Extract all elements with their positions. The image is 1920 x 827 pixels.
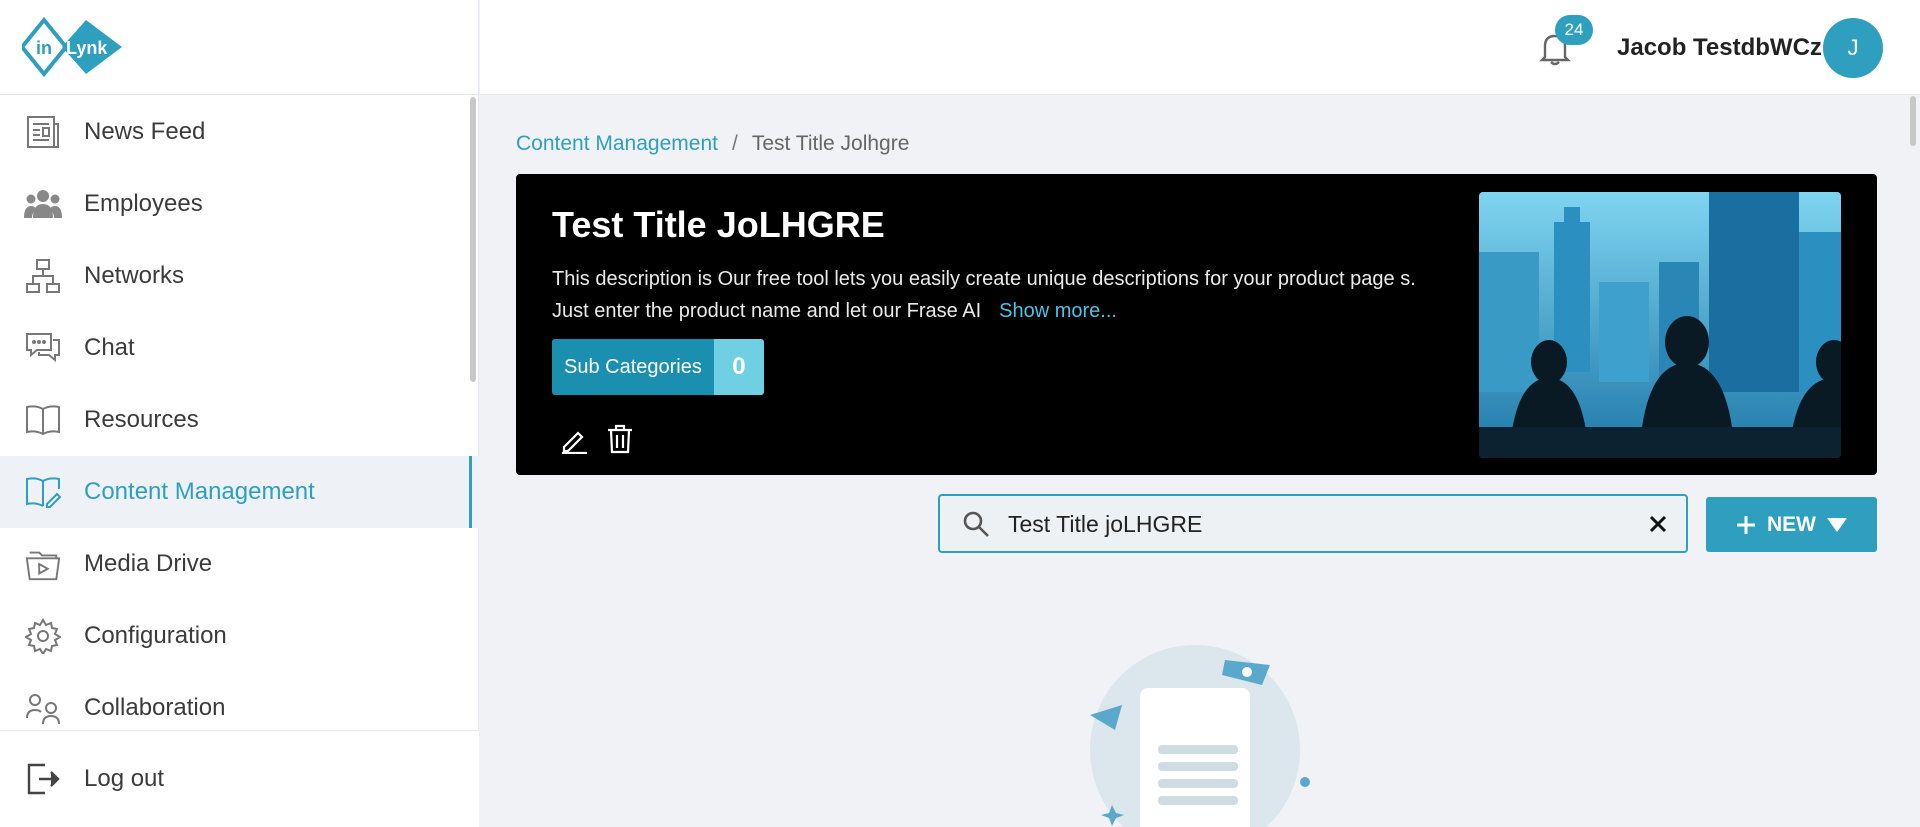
sidebar-item-configuration[interactable]: Configuration [0,600,479,672]
plus-icon [1737,515,1755,534]
sidebar-item-news-feed[interactable]: News Feed [0,96,479,168]
breadcrumb: Content Management / Test Title Jolhgre [516,132,909,156]
media-folder-icon [24,545,62,583]
sidebar-item-label: Chat [84,334,135,361]
caret-down-icon [1827,517,1847,532]
sidebar-item-label: Employees [84,190,203,217]
logout-label: Log out [84,765,165,792]
top-header: 24 Jacob TestdbWCz J [480,0,1920,95]
empty-state-illustration [1090,645,1310,827]
network-icon [24,257,62,295]
sidebar-item-label: Content Management [84,478,315,505]
chat-icon [24,329,62,367]
trash-icon[interactable] [606,424,634,454]
logout-icon [24,760,62,798]
sidebar: in Lynk News Feed Employees Networks Cha… [0,0,479,827]
sidebar-item-chat[interactable]: Chat [0,312,479,384]
search-box [938,494,1688,553]
sidebar-item-content-management[interactable]: Content Management [0,456,479,528]
collaboration-icon [24,689,62,727]
sidebar-item-label: Media Drive [84,550,213,577]
edit-icon[interactable] [560,426,588,454]
banner-description: This description is Our free tool lets y… [552,263,1452,327]
banner-title: Test Title JoLHGRE [552,204,885,245]
banner-description-text: This description is Our free tool lets y… [552,268,1416,322]
sidebar-item-label: Networks [84,262,185,289]
notification-badge[interactable]: 24 [1555,15,1593,45]
user-name[interactable]: Jacob TestdbWCz [1617,34,1822,62]
sidebar-item-employees[interactable]: Employees [0,168,479,240]
category-banner: Test Title JoLHGRE This description is O… [516,174,1877,475]
sidebar-item-label: Configuration [84,622,227,649]
breadcrumb-link-content-management[interactable]: Content Management [516,132,718,156]
sidebar-item-label: Resources [84,406,199,433]
breadcrumb-separator: / [731,132,738,155]
logout-button[interactable]: Log out [0,730,479,827]
gear-icon [24,617,62,655]
newspaper-icon [24,113,62,151]
book-edit-icon [24,473,62,511]
subcategories-button[interactable]: Sub Categories 0 [552,339,764,395]
sidebar-nav: News Feed Employees Networks Chat Resour… [0,96,479,730]
search-input[interactable] [1008,506,1608,542]
show-more-link[interactable]: Show more... [999,300,1117,322]
sidebar-item-collaboration[interactable]: Collaboration [0,672,479,730]
breadcrumb-current: Test Title Jolhgre [751,132,910,155]
sidebar-item-networks[interactable]: Networks [0,240,479,312]
users-icon [24,185,62,223]
sidebar-item-media-drive[interactable]: Media Drive [0,528,479,600]
new-button-label: NEW [1767,512,1816,536]
logo-text-in: in [36,38,52,58]
sidebar-item-resources[interactable]: Resources [0,384,479,456]
search-icon [963,511,989,537]
avatar[interactable]: J [1823,18,1883,78]
sidebar-scrollbar[interactable] [470,97,476,382]
book-icon [24,401,62,439]
subcategories-count: 0 [713,339,764,395]
inlynk-logo[interactable]: in Lynk [22,16,126,78]
banner-image [1479,192,1841,458]
page-scrollbar[interactable] [1910,96,1916,146]
new-button[interactable]: NEW [1706,497,1877,552]
sidebar-item-label: Collaboration [84,694,226,721]
logo-text-lynk: Lynk [66,38,108,58]
logo-area: in Lynk [0,0,478,95]
close-icon[interactable] [1646,512,1670,536]
subcategories-label: Sub Categories [552,339,714,395]
sidebar-item-label: News Feed [84,118,206,145]
